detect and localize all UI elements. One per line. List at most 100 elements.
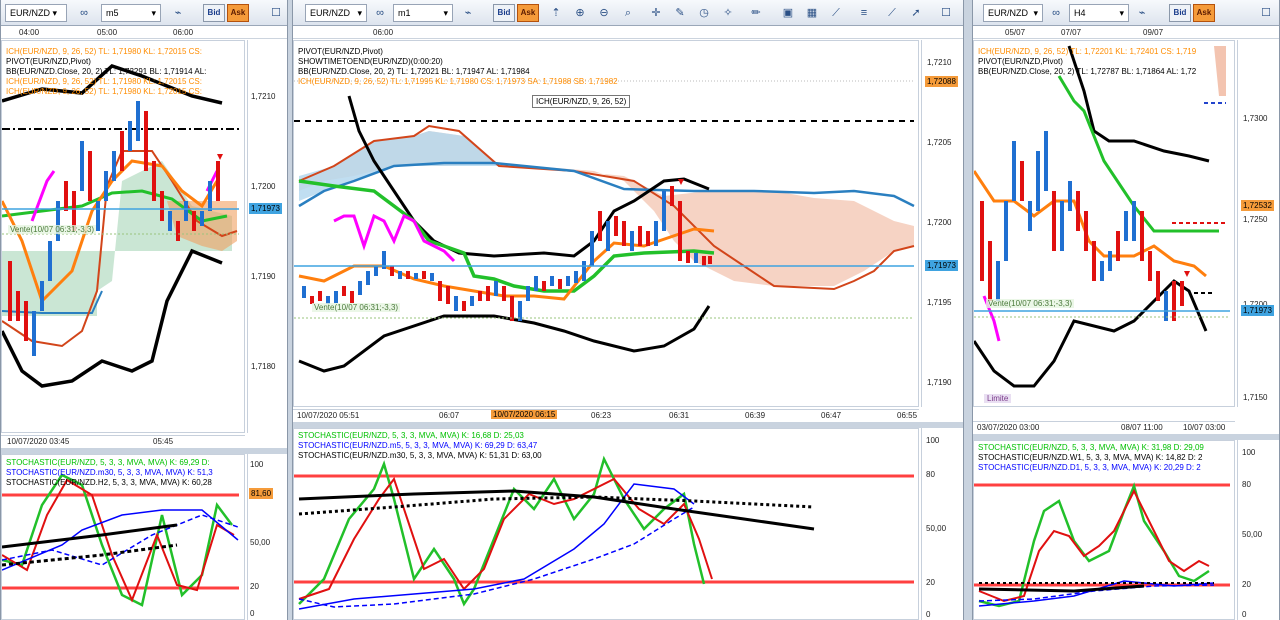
arrow-up-icon[interactable]: ⇡ — [549, 6, 563, 20]
level-label: 50,00 — [250, 538, 271, 547]
top-time-axis: 04:00 05:00 06:00 — [1, 27, 287, 39]
price-chart[interactable]: ICH(EUR/NZD, 9, 26, 52) TL: 1,71980 KL: … — [1, 40, 245, 433]
chart-window-middle: EUR/NZD ▾ ∞ m1 ▾ ⌁ Bid Ask ⇡ ⊕ ⊖ ⌕ ✛ ✎ ◷… — [292, 0, 964, 620]
toolbar: EUR/NZD ▾ ∞ m5 ▾ ⌁ Bid Ask ☐ — [1, 0, 287, 26]
arrow-icon[interactable]: ➚ — [909, 6, 923, 20]
timeframe-label: H4 — [1074, 8, 1086, 18]
symbol-label: EUR/NZD — [10, 8, 50, 18]
timeframe-select[interactable]: m1 ▾ — [393, 4, 453, 22]
time-label: 10/07/2020 03:45 — [7, 437, 70, 446]
legend-line: STOCHASTIC(EUR/NZD, 5, 3, 3, MVA, MVA) K… — [298, 431, 524, 440]
chevron-down-icon: ▾ — [443, 8, 448, 18]
legend-line: STOCHASTIC(EUR/NZD.m5, 5, 3, 3, MVA, MVA… — [298, 441, 538, 450]
stochastic-chart[interactable]: STOCHASTIC(EUR/NZD, 5, 3, 3, MVA, MVA) K… — [973, 440, 1235, 620]
symbol-label: EUR/NZD — [310, 8, 350, 18]
indicator-icon[interactable]: ⌁ — [1135, 6, 1149, 20]
current-price-tag: 1,71973 — [1241, 305, 1274, 316]
time-label: 08/07 11:00 — [1121, 423, 1163, 432]
indicator-icon[interactable]: ⌁ — [171, 6, 185, 20]
legend-line: SHOWTIMETOEND(EUR/NZD)(0:00:20) — [298, 57, 443, 66]
menu-icon[interactable]: ≡ — [857, 6, 871, 20]
ask-button[interactable]: Ask — [1193, 4, 1215, 22]
sell-order-label[interactable]: Vente(10/07 06:31;-3,3) — [312, 303, 401, 312]
level-label: 100 — [1242, 448, 1256, 457]
symbol-select[interactable]: EUR/NZD ▾ — [305, 4, 367, 22]
legend-line: BB(EUR/NZD.Close, 20, 2) TL: 1,72021 BL:… — [298, 67, 530, 76]
time-label: 04:00 — [19, 28, 40, 37]
level-label: 80 — [1242, 480, 1251, 489]
indicator-legend: ICH(EUR/NZD, 9, 26, 52) TL: 1,71980 KL: … — [6, 47, 206, 97]
draw-line-icon[interactable]: ⟋ — [829, 6, 843, 20]
compass-icon[interactable]: ✧ — [721, 6, 735, 20]
time-label: 05:45 — [153, 437, 174, 446]
close-icon[interactable]: ☐ — [269, 6, 283, 20]
indicator-legend: PIVOT(EUR/NZD,Pivot) SHOWTIMETOEND(EUR/N… — [298, 47, 618, 87]
symbol-label: EUR/NZD — [988, 8, 1028, 18]
price-label: 1,7200 — [927, 218, 952, 227]
level-label: 20 — [250, 582, 259, 591]
timeframe-select[interactable]: m5 ▾ — [101, 4, 161, 22]
ask-button[interactable]: Ask — [227, 4, 249, 22]
chevron-down-icon: ▾ — [1033, 8, 1038, 18]
chart-window-left: EUR/NZD ▾ ∞ m5 ▾ ⌁ Bid Ask ☐ 04:00 05:00… — [0, 0, 288, 620]
legend-line: PIVOT(EUR/NZD,Pivot) — [6, 57, 91, 66]
level-label: 50,00 — [926, 524, 947, 533]
time-label: 05:00 — [97, 28, 118, 37]
price-chart[interactable]: ICH(EUR/NZD, 9, 26, 52) TL: 1,72201 KL: … — [973, 40, 1235, 407]
magnifier-icon[interactable]: ⌕ — [621, 6, 635, 20]
chart-type-icon[interactable]: ∞ — [77, 6, 91, 20]
time-label: 03/07/2020 03:00 — [977, 423, 1040, 432]
level-label: 20 — [926, 578, 935, 587]
edit-icon[interactable]: ✎ — [673, 6, 687, 20]
time-label: 06:31 — [669, 411, 690, 420]
ask-button[interactable]: Ask — [517, 4, 539, 22]
zoom-in-icon[interactable]: ⊕ — [573, 6, 587, 20]
stochastic-chart[interactable]: STOCHASTIC(EUR/NZD, 5, 3, 3, MVA, MVA) K… — [293, 428, 919, 620]
symbol-select[interactable]: EUR/NZD ▾ — [983, 4, 1043, 22]
price-chart[interactable]: PIVOT(EUR/NZD,Pivot) SHOWTIMETOEND(EUR/N… — [293, 40, 919, 407]
crosshair-icon[interactable]: ✛ — [649, 6, 663, 20]
legend-line: STOCHASTIC(EUR/NZD, 5, 3, 3, MVA, MVA) K… — [978, 443, 1204, 452]
pivot-price-tag: 1,72532 — [1241, 200, 1274, 211]
close-icon[interactable]: ☐ — [939, 6, 953, 20]
legend-line: BB(EUR/NZD.Close, 20, 2) TL: 1,72787 BL:… — [978, 67, 1197, 76]
limit-order-label[interactable]: Limite — [984, 394, 1012, 403]
time-label: 06:55 — [897, 411, 918, 420]
legend-line: ICH(EUR/NZD, 9, 26, 52) TL: 1,71980 KL: … — [6, 77, 202, 86]
close-icon[interactable]: ☐ — [1259, 6, 1273, 20]
stochastic-chart[interactable]: STOCHASTIC(EUR/NZD, 5, 3, 3, MVA, MVA) K… — [1, 454, 245, 620]
time-label: 06:23 — [591, 411, 612, 420]
legend-line: ICH(EUR/NZD, 9, 26, 52) TL: 1,72201 KL: … — [978, 47, 1197, 56]
toolbar: EUR/NZD ▾ ∞ H4 ▾ ⌁ Bid Ask ☐ — [973, 0, 1279, 26]
bid-button[interactable]: Bid — [203, 4, 225, 22]
sell-order-label[interactable]: Vente(10/07 06:31;-3,3) — [8, 225, 97, 234]
symbol-select[interactable]: EUR/NZD ▾ — [5, 4, 67, 22]
level-label: 100 — [250, 460, 264, 469]
chart-type-icon[interactable]: ∞ — [373, 6, 387, 20]
price-label: 1,7205 — [927, 138, 952, 147]
level-label: 100 — [926, 436, 940, 445]
zoom-out-icon[interactable]: ⊖ — [597, 6, 611, 20]
legend-line: PIVOT(EUR/NZD,Pivot) — [298, 47, 383, 56]
grid-icon[interactable]: ▦ — [805, 6, 819, 20]
stochastic-legend: STOCHASTIC(EUR/NZD, 5, 3, 3, MVA, MVA) K… — [298, 431, 542, 461]
timeframe-select[interactable]: H4 ▾ — [1069, 4, 1129, 22]
time-label: 06:00 — [373, 28, 394, 37]
sell-order-label[interactable]: Vente(10/07 06:31;-3,3) — [986, 299, 1075, 308]
pencil-icon[interactable]: ✏ — [749, 6, 763, 20]
clock-icon[interactable]: ◷ — [697, 6, 711, 20]
trend-icon[interactable]: ⟋ — [885, 6, 899, 20]
price-plot — [974, 45, 1230, 388]
bid-button[interactable]: Bid — [1169, 4, 1191, 22]
price-label: 1,7190 — [251, 272, 276, 281]
chart-type-icon[interactable]: ∞ — [1049, 6, 1063, 20]
time-label: 06:39 — [745, 411, 766, 420]
image-icon[interactable]: ▣ — [781, 6, 795, 20]
price-label: 1,7210 — [927, 58, 952, 67]
legend-line: STOCHASTIC(EUR/NZD.m30, 5, 3, 3, MVA, MV… — [6, 468, 213, 477]
indicator-icon[interactable]: ⌁ — [461, 6, 475, 20]
pivot-price-tag: 1,72088 — [925, 76, 958, 87]
price-label: 1,7250 — [1243, 215, 1268, 224]
bid-button[interactable]: Bid — [493, 4, 515, 22]
current-price-tag: 1,71973 — [925, 260, 958, 271]
